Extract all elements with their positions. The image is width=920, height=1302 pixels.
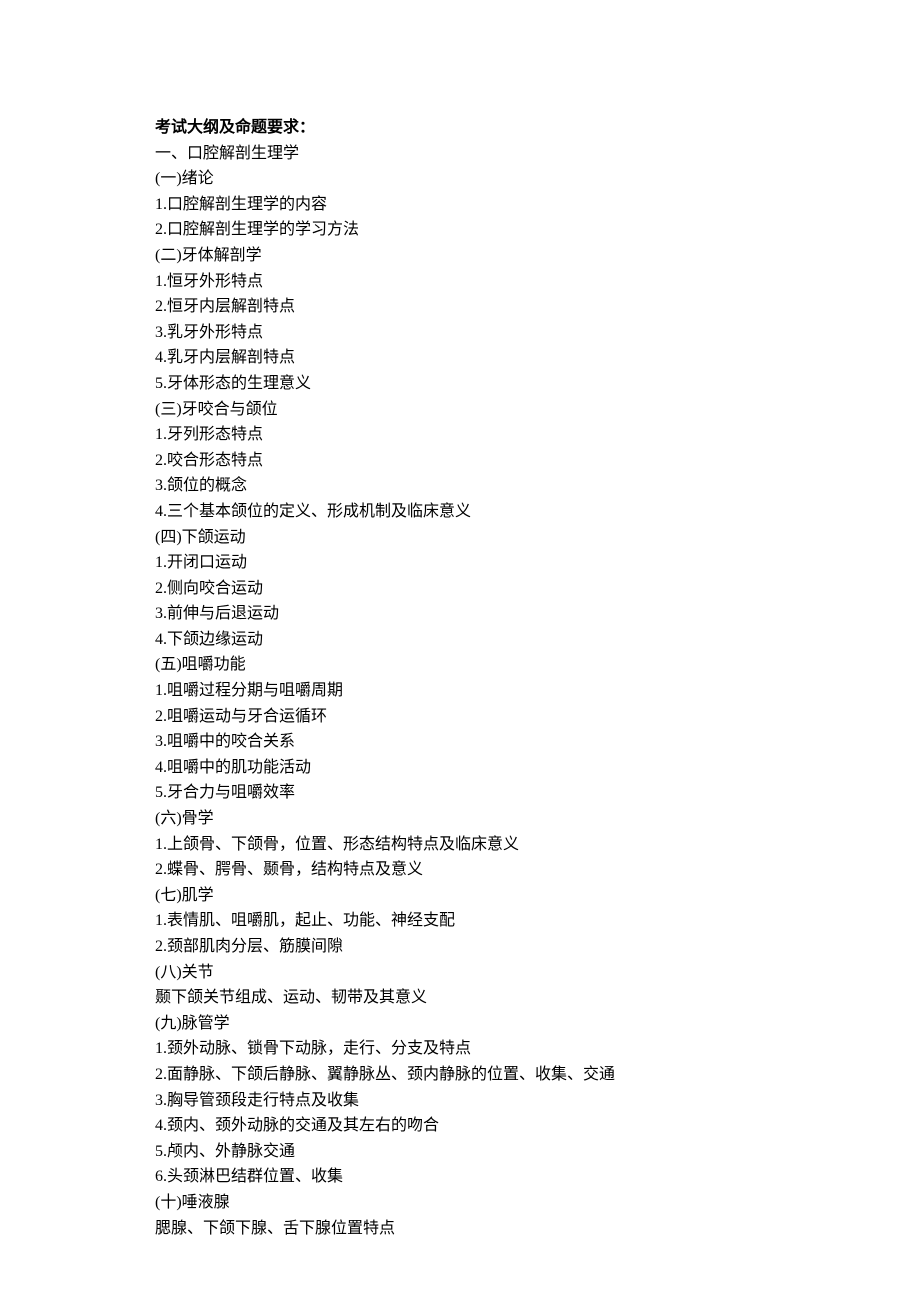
lines-container: 一、口腔解剖生理学(一)绪论1.口腔解剖生理学的内容2.口腔解剖生理学的学习方法… [155, 141, 765, 1242]
outline-line: 4.颈内、颈外动脉的交通及其左右的吻合 [155, 1113, 765, 1139]
outline-line: (五)咀嚼功能 [155, 652, 765, 678]
outline-line: 2.咬合形态特点 [155, 448, 765, 474]
outline-line: 2.恒牙内层解剖特点 [155, 294, 765, 320]
outline-line: (七)肌学 [155, 883, 765, 909]
outline-line: 4.三个基本颌位的定义、形成机制及临床意义 [155, 499, 765, 525]
outline-line: 4.乳牙内层解剖特点 [155, 345, 765, 371]
outline-line: (十)唾液腺 [155, 1190, 765, 1216]
outline-line: 1.牙列形态特点 [155, 422, 765, 448]
document-content: 考试大纲及命题要求： 一、口腔解剖生理学(一)绪论1.口腔解剖生理学的内容2.口… [155, 115, 765, 1241]
outline-line: 4.下颌边缘运动 [155, 627, 765, 653]
outline-line: 1.咀嚼过程分期与咀嚼周期 [155, 678, 765, 704]
document-title: 考试大纲及命题要求： [155, 115, 765, 141]
outline-line: 3.乳牙外形特点 [155, 320, 765, 346]
outline-line: (二)牙体解剖学 [155, 243, 765, 269]
outline-line: 3.前伸与后退运动 [155, 601, 765, 627]
outline-line: 2.颈部肌肉分层、筋膜间隙 [155, 934, 765, 960]
outline-line: 3.颌位的概念 [155, 473, 765, 499]
outline-line: 1.恒牙外形特点 [155, 269, 765, 295]
outline-line: (九)脉管学 [155, 1011, 765, 1037]
outline-line: (四)下颌运动 [155, 525, 765, 551]
outline-line: (八)关节 [155, 960, 765, 986]
outline-line: 1.颈外动脉、锁骨下动脉，走行、分支及特点 [155, 1036, 765, 1062]
outline-line: 5.牙体形态的生理意义 [155, 371, 765, 397]
outline-line: 腮腺、下颌下腺、舌下腺位置特点 [155, 1216, 765, 1242]
outline-line: 1.表情肌、咀嚼肌，起止、功能、神经支配 [155, 908, 765, 934]
outline-line: 2.侧向咬合运动 [155, 576, 765, 602]
outline-line: 3.咀嚼中的咬合关系 [155, 729, 765, 755]
outline-line: 6.头颈淋巴结群位置、收集 [155, 1164, 765, 1190]
outline-line: 2.面静脉、下颌后静脉、翼静脉丛、颈内静脉的位置、收集、交通 [155, 1062, 765, 1088]
outline-line: 1.口腔解剖生理学的内容 [155, 192, 765, 218]
outline-line: 5.牙合力与咀嚼效率 [155, 780, 765, 806]
outline-line: (三)牙咬合与颌位 [155, 397, 765, 423]
outline-line: 1.上颌骨、下颌骨，位置、形态结构特点及临床意义 [155, 832, 765, 858]
outline-line: 1.开闭口运动 [155, 550, 765, 576]
outline-line: 2.口腔解剖生理学的学习方法 [155, 217, 765, 243]
outline-line: 2.蝶骨、腭骨、颞骨，结构特点及意义 [155, 857, 765, 883]
outline-line: 4.咀嚼中的肌功能活动 [155, 755, 765, 781]
outline-line: 3.胸导管颈段走行特点及收集 [155, 1088, 765, 1114]
outline-line: 颞下颌关节组成、运动、韧带及其意义 [155, 985, 765, 1011]
outline-line: 5.颅内、外静脉交通 [155, 1139, 765, 1165]
outline-line: (一)绪论 [155, 166, 765, 192]
outline-line: 一、口腔解剖生理学 [155, 141, 765, 167]
outline-line: (六)骨学 [155, 806, 765, 832]
outline-line: 2.咀嚼运动与牙合运循环 [155, 704, 765, 730]
